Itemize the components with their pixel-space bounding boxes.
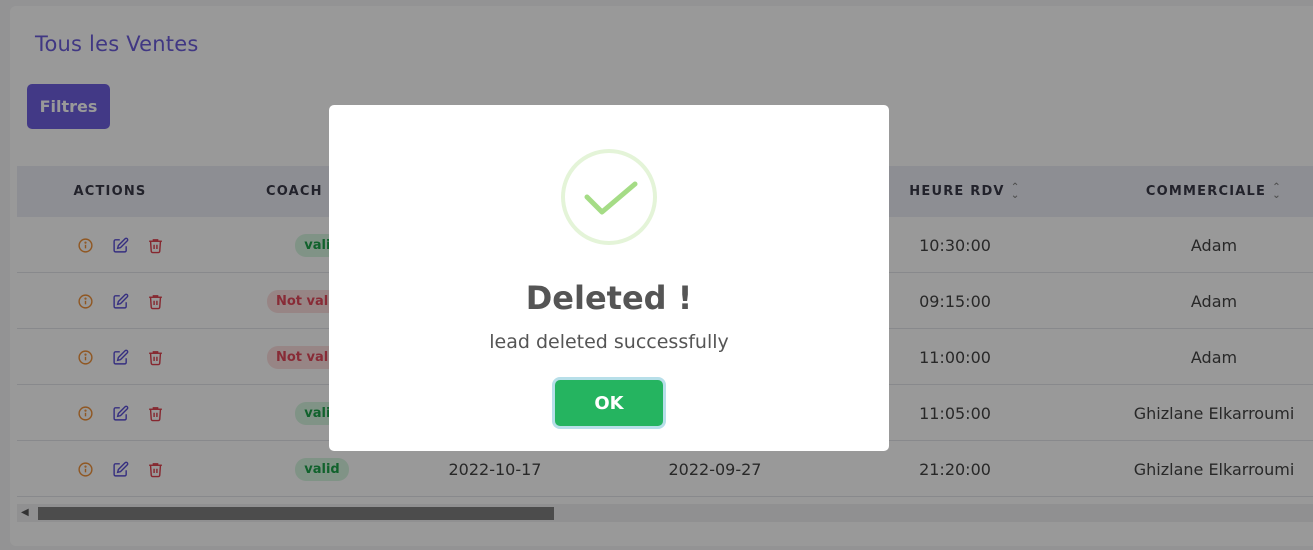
success-dialog: Deleted ! lead deleted successfully OK xyxy=(329,105,889,451)
ok-button[interactable]: OK xyxy=(555,380,663,426)
dialog-title: Deleted ! xyxy=(525,279,693,317)
success-check-icon xyxy=(561,149,657,245)
dialog-message: lead deleted successfully xyxy=(489,331,729,353)
